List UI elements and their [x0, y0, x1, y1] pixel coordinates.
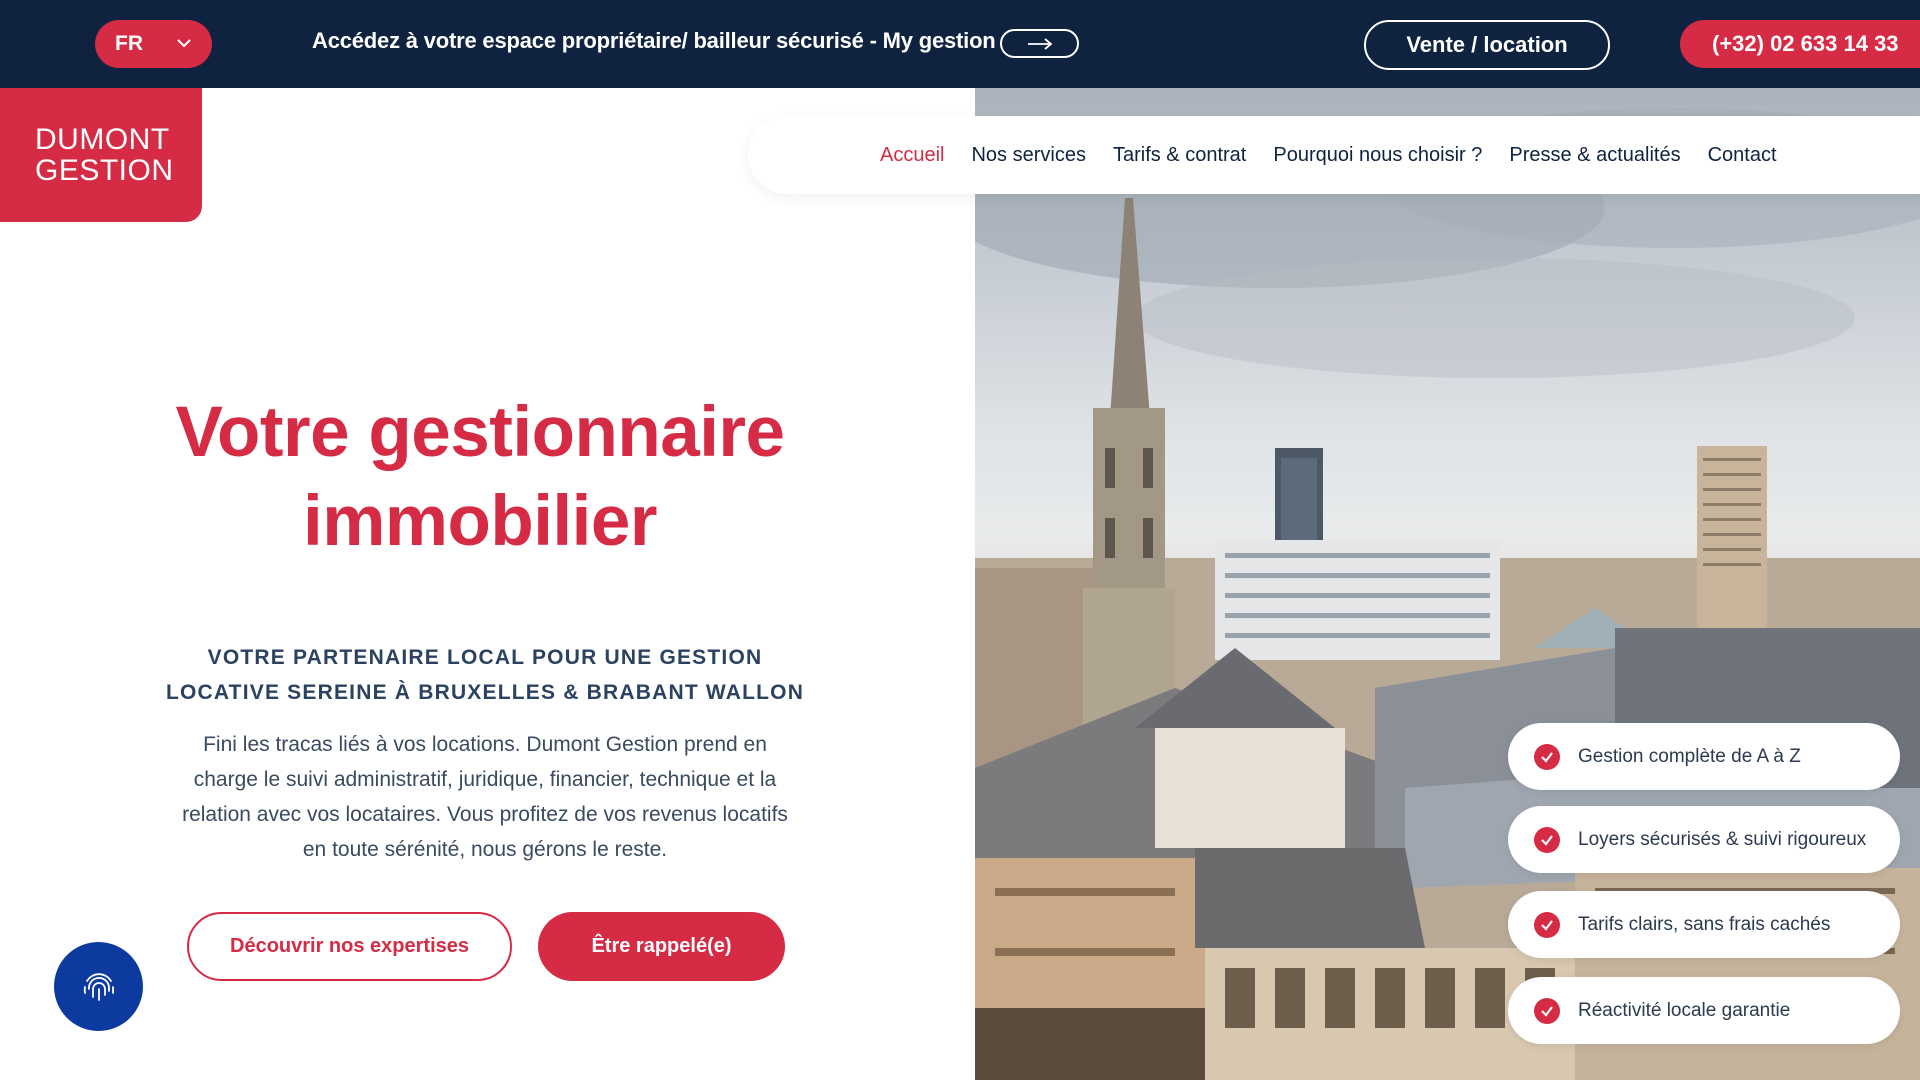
feature-pill: Loyers sécurisés & suivi rigoureux [1508, 806, 1900, 873]
phone-button[interactable]: (+32) 02 633 14 33 [1680, 20, 1920, 68]
feature-label: Gestion complète de A à Z [1578, 745, 1801, 767]
feature-pill: Gestion complète de A à Z [1508, 723, 1900, 790]
fingerprint-button[interactable] [54, 942, 143, 1031]
language-label: FR [115, 32, 143, 55]
nav-item-pourquoi-nous-choisir[interactable]: Pourquoi nous choisir ? [1273, 144, 1482, 167]
top-bar: FR Accédez à votre espace propriétaire/ … [0, 0, 1920, 88]
discover-expertises-button[interactable]: Découvrir nos expertises [187, 912, 512, 981]
nav-item-presse-actualites[interactable]: Presse & actualités [1509, 144, 1680, 167]
check-circle-icon [1534, 997, 1560, 1024]
check-circle-icon [1534, 826, 1560, 853]
arrow-right-icon [1027, 37, 1052, 50]
hero-kicker-line-2: LOCATIVE SEREINE À BRUXELLES & BRABANT W… [165, 681, 805, 704]
language-selector[interactable]: FR [95, 20, 212, 68]
nav-item-nos-services[interactable]: Nos services [971, 144, 1085, 167]
feature-label: Réactivité locale garantie [1578, 999, 1791, 1021]
feature-label: Tarifs clairs, sans frais cachés [1578, 913, 1831, 935]
nav-item-tarifs-contrat[interactable]: Tarifs & contrat [1113, 144, 1246, 167]
logo-line-2: GESTION [35, 154, 174, 187]
nav-item-contact[interactable]: Contact [1708, 144, 1777, 167]
feature-pill: Réactivité locale garantie [1508, 977, 1900, 1044]
hero-kicker-line-1: VOTRE PARTENAIRE LOCAL POUR UNE GESTION [207, 646, 763, 669]
hero-kicker: VOTRE PARTENAIRE LOCAL POUR UNE GESTION … [155, 640, 815, 710]
check-circle-icon [1534, 911, 1560, 938]
logo-line-1: DUMONT [35, 123, 170, 156]
hero-description: Fini les tracas liés à vos locations. Du… [182, 733, 788, 861]
fingerprint-icon [83, 972, 114, 1001]
nav-item-accueil[interactable]: Accueil [880, 144, 944, 167]
hero-title-line-2: immobilier [302, 482, 658, 561]
owner-portal-arrow-button[interactable] [1000, 29, 1079, 58]
chevron-down-icon [177, 39, 191, 48]
owner-portal-promo[interactable]: Accédez à votre espace propriétaire/ bai… [312, 28, 996, 54]
feature-pill: Tarifs clairs, sans frais cachés [1508, 891, 1900, 958]
sale-rent-button[interactable]: Vente / location [1364, 20, 1610, 70]
check-circle-icon [1534, 743, 1560, 770]
hero-title-line-1: Votre gestionnaire [175, 393, 785, 472]
callback-button[interactable]: Être rappelé(e) [538, 912, 785, 981]
hero-title: Votre gestionnaire immobilier [140, 388, 820, 566]
main-navigation: Accueil Nos services Tarifs & contrat Po… [748, 116, 1920, 194]
feature-label: Loyers sécurisés & suivi rigoureux [1578, 828, 1867, 850]
brand-logo[interactable]: DUMONT GESTION [0, 88, 202, 222]
